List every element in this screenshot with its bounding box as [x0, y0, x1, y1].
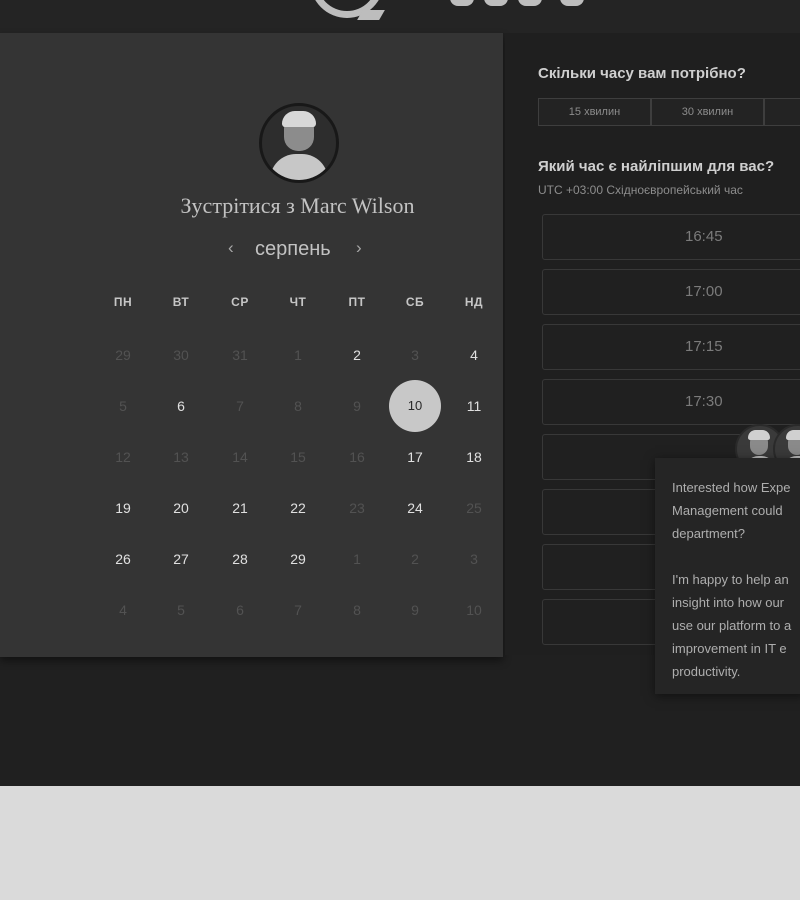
day-cell[interactable]: 11	[454, 386, 494, 426]
time-slot-button[interactable]: 17:00	[542, 269, 800, 315]
day-cell[interactable]: 21	[220, 488, 260, 528]
day-cell[interactable]: 17	[395, 437, 435, 477]
day-cell[interactable]: 20	[161, 488, 201, 528]
weekday-label: НД	[464, 295, 484, 309]
chevron-right-icon[interactable]: ›	[356, 238, 362, 258]
day-cell[interactable]: 2	[337, 335, 377, 375]
calendar-panel: Зустрітися з Marc Wilson ‹ серпень › ПН В…	[0, 33, 503, 657]
day-cell[interactable]: 18	[454, 437, 494, 477]
time-slot-button[interactable]: 17:30	[542, 379, 800, 425]
day-cell-disabled: 12	[115, 449, 131, 465]
day-cell[interactable]: 4	[454, 335, 494, 375]
day-cell-disabled: 23	[349, 500, 365, 516]
chat-paragraph: Interested how Expe Management could dep…	[672, 480, 791, 541]
duration-question: Скільки часу вам потрібно?	[538, 65, 746, 82]
day-cell-disabled: 6	[236, 602, 244, 618]
weekday-label: ЧТ	[289, 295, 307, 309]
host-avatar	[259, 103, 339, 183]
duration-selector: 15 хвилин 30 хвилин	[538, 98, 800, 126]
day-cell[interactable]: 28	[220, 539, 260, 579]
weekday-label: ПН	[113, 295, 133, 309]
weekday-label: ПТ	[348, 295, 366, 309]
day-cell-disabled: 3	[411, 347, 419, 363]
day-cell-disabled: 25	[466, 500, 482, 516]
day-cell-disabled: 10	[466, 602, 482, 618]
day-cell-disabled: 7	[294, 602, 302, 618]
day-cell-disabled: 8	[353, 602, 361, 618]
day-cell-disabled: 13	[173, 449, 189, 465]
day-cell-disabled: 7	[236, 398, 244, 414]
duration-30-button[interactable]: 30 хвилин	[651, 98, 764, 126]
day-cell[interactable]: 27	[161, 539, 201, 579]
chat-message-bubble[interactable]: Interested how Expe Management could dep…	[655, 458, 800, 694]
chevron-left-icon[interactable]: ‹	[228, 238, 234, 258]
day-cell-disabled: 9	[411, 602, 419, 618]
day-cell-disabled: 4	[119, 602, 127, 618]
weekday-label: СР	[231, 295, 249, 309]
day-cell[interactable]: 26	[103, 539, 143, 579]
timezone-label[interactable]: UTC +03:00 Східноєвропейський час	[538, 183, 743, 197]
time-slot-button[interactable]: 16:45	[542, 214, 800, 260]
day-cell-disabled: 3	[470, 551, 478, 567]
chat-paragraph: I'm happy to help an insight into how ou…	[672, 572, 792, 679]
day-cell[interactable]: 22	[278, 488, 318, 528]
day-cell-disabled: 1	[353, 551, 361, 567]
day-cell[interactable]: 6	[161, 386, 201, 426]
day-cell[interactable]: 19	[103, 488, 143, 528]
day-cell-disabled: 5	[177, 602, 185, 618]
duration-more-button[interactable]	[764, 98, 800, 126]
weekday-label: ВТ	[172, 295, 190, 309]
month-label: серпень	[255, 238, 331, 260]
day-cell-disabled: 14	[232, 449, 248, 465]
weekday-label: СБ	[405, 295, 425, 309]
day-cell-disabled: 29	[115, 347, 131, 363]
day-cell-disabled: 30	[173, 347, 189, 363]
day-cell[interactable]: 29	[278, 539, 318, 579]
day-cell-disabled: 16	[349, 449, 365, 465]
day-cell-disabled: 5	[119, 398, 127, 414]
day-cell[interactable]: 24	[395, 488, 435, 528]
day-cell-disabled: 2	[411, 551, 419, 567]
day-cell-selected[interactable]: 10	[389, 380, 441, 432]
time-slot-button[interactable]: 17:15	[542, 324, 800, 370]
day-cell-disabled: 15	[290, 449, 306, 465]
day-cell-disabled: 9	[353, 398, 361, 414]
time-question: Який час є найліпшим для вас?	[538, 158, 775, 175]
day-cell-disabled: 1	[294, 347, 302, 363]
day-cell-disabled: 31	[232, 347, 248, 363]
day-cell-disabled: 8	[294, 398, 302, 414]
duration-15-button[interactable]: 15 хвилин	[538, 98, 651, 126]
top-bar	[0, 0, 800, 33]
